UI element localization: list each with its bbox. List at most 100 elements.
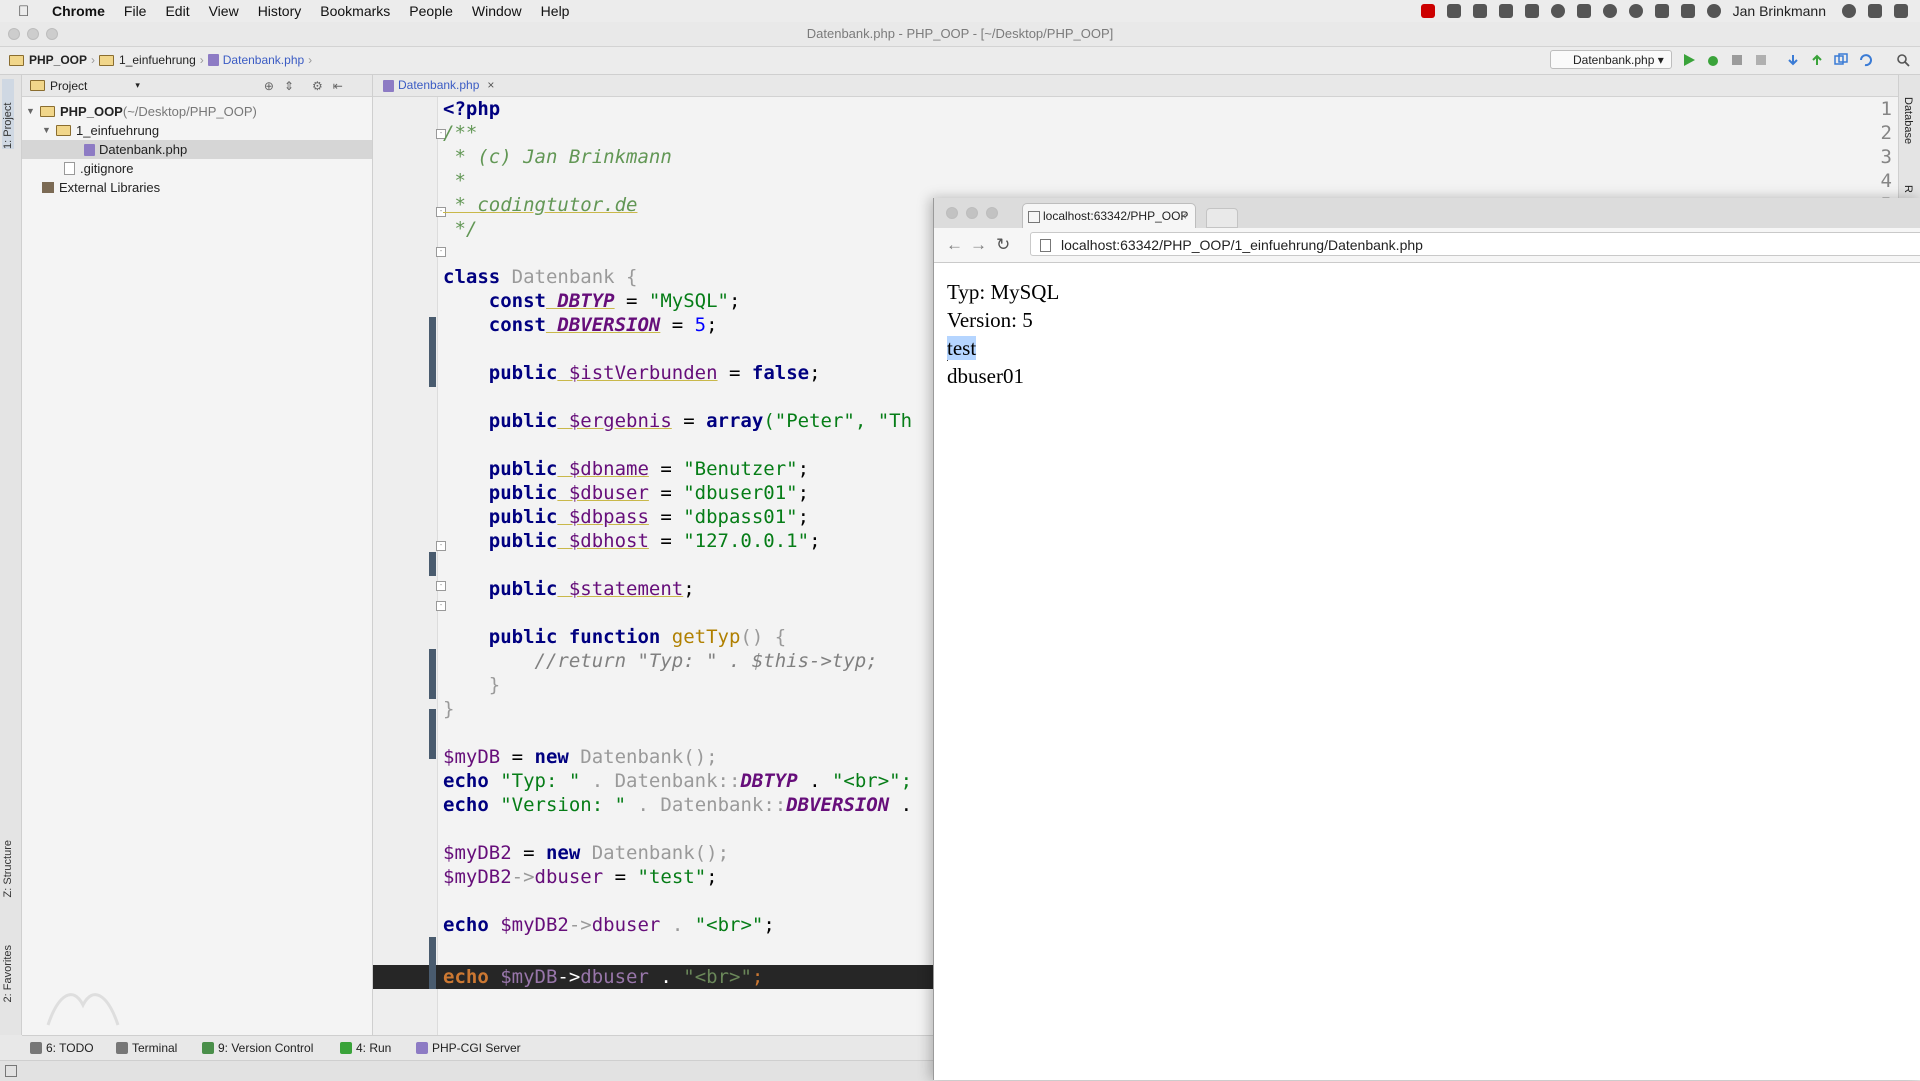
ide-window-title: Datenbank.php - PHP_OOP - [~/Desktop/PHP…	[806, 26, 1114, 41]
drive-icon[interactable]	[1498, 4, 1513, 18]
forward-arrow-icon[interactable]: →	[970, 235, 987, 255]
menu-file[interactable]: File	[124, 3, 147, 19]
page-content: Typ: MySQL Version: 5 test dbuser01	[947, 278, 1059, 390]
terminal-tool-button[interactable]: Terminal	[116, 1041, 177, 1055]
keyword: public	[443, 410, 558, 432]
variable: $myDB	[488, 966, 558, 988]
collapse-all-icon[interactable]: ⇕	[284, 79, 294, 93]
semicolon: ;	[797, 506, 810, 528]
string-value: "<br>";	[831, 770, 913, 792]
spotlight-search-icon[interactable]	[1842, 4, 1856, 18]
structure-tool-tab[interactable]: Z: Structure	[2, 840, 14, 897]
menu-people[interactable]: People	[409, 3, 453, 19]
notification-center-icon[interactable]	[1894, 4, 1908, 18]
vcs-commit-icon[interactable]	[1810, 53, 1824, 67]
new-tab-button[interactable]	[1206, 208, 1238, 228]
bluetooth-icon[interactable]	[1680, 4, 1695, 18]
remote-host-tool-tab[interactable]: R	[1902, 185, 1914, 193]
time-machine-icon[interactable]	[1706, 4, 1721, 18]
browser-minimize-button[interactable]	[966, 207, 978, 219]
menu-bookmarks[interactable]: Bookmarks	[320, 3, 390, 19]
tree-item-folder[interactable]: ▼ 1_einfuehrung	[42, 121, 159, 140]
toggle-tool-windows-icon[interactable]	[5, 1065, 17, 1077]
tree-item-external-libraries[interactable]: External Libraries	[42, 178, 160, 197]
keyword: new	[534, 746, 569, 768]
menu-history[interactable]: History	[258, 3, 302, 19]
menu-app-chrome[interactable]: Chrome	[52, 3, 105, 19]
menu-window[interactable]: Window	[472, 3, 522, 19]
project-view-select[interactable]: Project	[50, 79, 87, 93]
vcs-update-icon[interactable]	[1786, 53, 1800, 67]
coverage-icon[interactable]	[1730, 53, 1744, 67]
code-line-6: */	[443, 218, 478, 240]
code-line-36: echo $myDB->dbuser . "<br>";	[443, 965, 763, 989]
browser-zoom-button[interactable]	[986, 207, 998, 219]
apple-icon[interactable]: 	[18, 3, 38, 20]
string-value: "dbpass01"	[683, 506, 798, 528]
tree-item-datenbank-php[interactable]: Datenbank.php	[22, 140, 372, 159]
editor-tab-datenbank-php[interactable]: Datenbank.php ×	[383, 75, 494, 96]
tree-item-label: Datenbank.php	[99, 142, 188, 157]
menu-help[interactable]: Help	[541, 3, 570, 19]
revert-icon[interactable]	[1858, 53, 1872, 67]
change-marker	[429, 709, 436, 759]
breadcrumb-project[interactable]: PHP_OOP	[29, 53, 87, 67]
debug-icon[interactable]	[1706, 53, 1720, 67]
menubar-user-name[interactable]: Jan Brinkmann	[1733, 3, 1826, 19]
leaf-icon[interactable]	[1550, 4, 1565, 18]
code-line-21: public $statement;	[443, 577, 695, 601]
constant-name: DBVERSION	[545, 314, 661, 336]
creative-cloud-icon[interactable]	[1628, 4, 1643, 18]
code-line-19: public $dbhost = "127.0.0.1";	[443, 529, 821, 553]
dropbox-icon[interactable]	[1446, 4, 1461, 18]
page-icon	[1028, 211, 1040, 223]
fold-marker-icon[interactable]: -	[436, 247, 446, 257]
expand-arrow-icon[interactable]: ▼	[42, 121, 56, 140]
run-configuration-select[interactable]: Datenbank.php ▾	[1550, 50, 1672, 69]
chevron-down-icon[interactable]: ▾	[135, 80, 140, 91]
array-keyword: array	[706, 410, 764, 432]
run-icon[interactable]	[1682, 53, 1696, 67]
evernote-icon[interactable]	[1576, 4, 1591, 18]
red-app-icon[interactable]	[1420, 4, 1435, 18]
volume-icon[interactable]	[1654, 4, 1669, 18]
gear-icon[interactable]: ⚙	[312, 79, 323, 93]
tool-label: 6: TODO	[46, 1041, 94, 1055]
1password-icon[interactable]	[1602, 4, 1617, 18]
close-tab-icon[interactable]: ×	[487, 75, 494, 96]
favorites-tool-tab[interactable]: 2: Favorites	[2, 945, 14, 1002]
version-control-tool-button[interactable]: 9: Version Control	[202, 1041, 313, 1055]
breadcrumb-file[interactable]: Datenbank.php	[223, 53, 304, 67]
close-tab-icon[interactable]: ×	[1180, 204, 1187, 228]
menu-edit[interactable]: Edit	[165, 3, 189, 19]
string-value: "MySQL"	[648, 290, 729, 312]
project-tool-tab[interactable]: 1: Project	[2, 79, 14, 149]
arrow-operator: ->	[557, 966, 581, 988]
php-cgi-server-tool-button[interactable]: PHP-CGI Server	[416, 1041, 521, 1055]
page-info-icon[interactable]	[1040, 239, 1051, 252]
back-arrow-icon[interactable]: ←	[946, 235, 963, 255]
hide-panel-icon[interactable]: ⇤	[333, 79, 343, 93]
tree-item-project-root[interactable]: ▼ PHP_OOP (~/Desktop/PHP_OOP)	[26, 102, 257, 121]
editor-tab-bar: Datenbank.php ×	[373, 75, 1920, 97]
database-tool-tab[interactable]: Database	[1902, 97, 1914, 144]
extension-icon[interactable]	[1472, 4, 1487, 18]
browser-tab-active[interactable]: localhost:63342/PHP_OOP ×	[1022, 203, 1196, 228]
stop-icon[interactable]	[1754, 53, 1768, 67]
search-icon[interactable]	[1896, 53, 1910, 67]
siri-icon[interactable]	[1868, 4, 1882, 18]
run-tool-button[interactable]: 4: Run	[340, 1041, 391, 1055]
browser-close-button[interactable]	[946, 207, 958, 219]
notes-icon[interactable]	[1524, 4, 1539, 18]
run-configuration-label: Datenbank.php	[1573, 53, 1655, 67]
todo-tool-button[interactable]: 6: TODO	[30, 1041, 94, 1055]
breadcrumb-folder[interactable]: 1_einfuehrung	[119, 53, 196, 67]
address-bar[interactable]: localhost:63342/PHP_OOP/1_einfuehrung/Da…	[1030, 232, 1920, 256]
vcs-compare-icon[interactable]	[1834, 53, 1848, 67]
scroll-from-source-icon[interactable]: ⊕	[264, 79, 274, 93]
expand-arrow-icon[interactable]: ▼	[26, 102, 40, 121]
tree-item-gitignore[interactable]: .gitignore	[64, 159, 133, 178]
fold-marker-icon[interactable]: -	[436, 601, 446, 611]
reload-icon[interactable]: ↻	[996, 235, 1010, 255]
menu-view[interactable]: View	[209, 3, 239, 19]
